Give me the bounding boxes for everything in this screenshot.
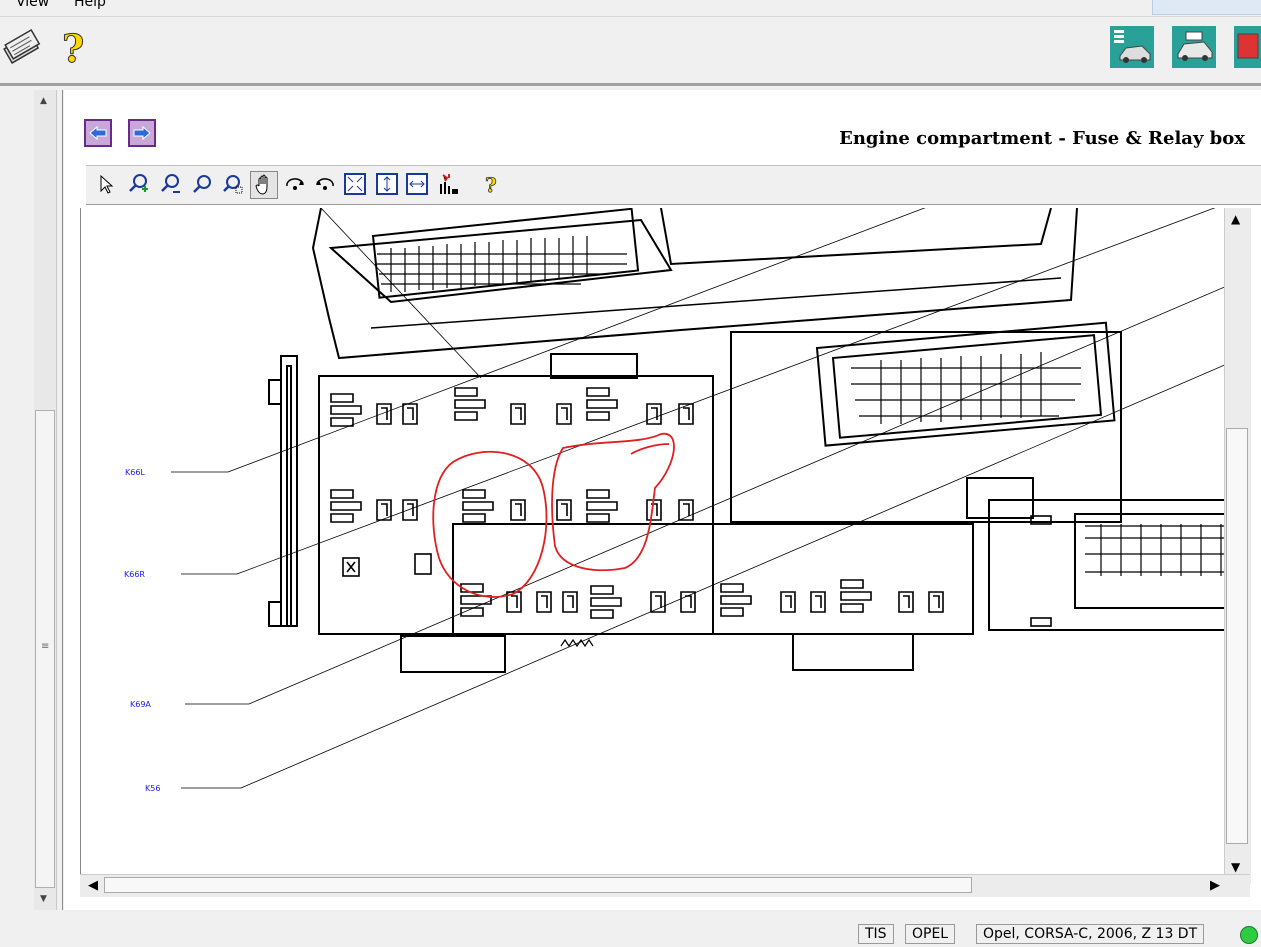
pan-hand-icon[interactable] bbox=[250, 171, 278, 199]
diagram-horizontal-scrollbar[interactable]: ◀ ▶ bbox=[80, 874, 1250, 897]
content-panel: Engine compartment - Fuse & Relay box ? … bbox=[64, 90, 1261, 910]
label-k66l[interactable]: K66L bbox=[125, 468, 145, 477]
fit-width-icon[interactable] bbox=[404, 171, 430, 197]
scroll-right-arrow-icon[interactable]: ▶ bbox=[1210, 878, 1220, 893]
zoom-in-icon[interactable] bbox=[126, 171, 152, 197]
scroll-up-arrow-icon[interactable]: ▲ bbox=[40, 96, 47, 106]
connection-status-icon bbox=[1240, 926, 1258, 944]
viewer-toolbar: ? bbox=[86, 165, 1261, 205]
diagram-vertical-scrollbar[interactable]: ▲ ▼ bbox=[1224, 208, 1251, 884]
status-tis: TIS bbox=[858, 924, 894, 944]
help-icon[interactable]: ? bbox=[478, 171, 504, 197]
svg-text:?: ? bbox=[62, 26, 84, 68]
status-brand: OPEL bbox=[905, 924, 956, 944]
svg-text:?: ? bbox=[485, 173, 497, 195]
fuse-relay-box-drawing bbox=[171, 208, 1241, 789]
hotspot-icon[interactable] bbox=[436, 171, 462, 197]
menu-help[interactable]: Help bbox=[74, 0, 106, 10]
wiring-diagram[interactable]: K66L K66R K69A K56 bbox=[80, 208, 1241, 884]
menu-bar: View Help bbox=[0, 0, 1261, 17]
scroll-down-arrow-icon[interactable]: ▼ bbox=[1231, 860, 1240, 874]
label-k69a[interactable]: K69A bbox=[130, 700, 151, 709]
vehicle-red-icon[interactable] bbox=[1234, 26, 1261, 68]
fit-window-icon[interactable] bbox=[342, 171, 368, 197]
pointer-icon[interactable] bbox=[94, 171, 120, 197]
left-scroll-thumb[interactable]: ≡ bbox=[35, 410, 55, 888]
forward-button[interactable] bbox=[128, 119, 156, 147]
menu-right-field bbox=[1152, 0, 1261, 15]
scroll-left-arrow-icon[interactable]: ◀ bbox=[88, 878, 98, 893]
panel-divider[interactable] bbox=[62, 90, 63, 910]
page-title: Engine compartment - Fuse & Relay box bbox=[839, 128, 1245, 149]
document-stack-icon[interactable] bbox=[0, 26, 44, 68]
question-mark-icon[interactable]: ? bbox=[56, 26, 100, 72]
vehicle-list-icon[interactable] bbox=[1110, 26, 1154, 68]
zoom-out-icon[interactable] bbox=[158, 171, 184, 197]
arrow-right-icon bbox=[133, 125, 151, 141]
status-vehicle: Opel, CORSA-C, 2006, Z 13 DT bbox=[976, 924, 1205, 944]
label-k56[interactable]: K56 bbox=[145, 784, 160, 793]
diagram-vertical-thumb[interactable] bbox=[1226, 428, 1248, 844]
main-toolbar: ? bbox=[0, 17, 1261, 86]
scroll-up-arrow-icon[interactable]: ▲ bbox=[1231, 212, 1240, 226]
grip-icon: ≡ bbox=[41, 641, 50, 652]
zoom-window-icon[interactable] bbox=[220, 171, 246, 197]
rotate-ccw-icon[interactable] bbox=[312, 171, 338, 197]
fit-height-icon[interactable] bbox=[374, 171, 400, 197]
zoom-icon[interactable] bbox=[190, 171, 216, 197]
scroll-down-arrow-icon[interactable]: ▼ bbox=[40, 894, 47, 904]
back-button[interactable] bbox=[84, 119, 112, 147]
diagram-horizontal-thumb[interactable] bbox=[104, 877, 972, 893]
arrow-left-icon bbox=[89, 125, 107, 141]
status-bar: TIS OPEL Opel, CORSA-C, 2006, Z 13 DT bbox=[0, 920, 1261, 947]
vehicle-service-icon[interactable] bbox=[1172, 26, 1216, 68]
label-k66r[interactable]: K66R bbox=[124, 570, 145, 579]
menu-view[interactable]: View bbox=[16, 0, 49, 10]
rotate-cw-icon[interactable] bbox=[282, 171, 308, 197]
